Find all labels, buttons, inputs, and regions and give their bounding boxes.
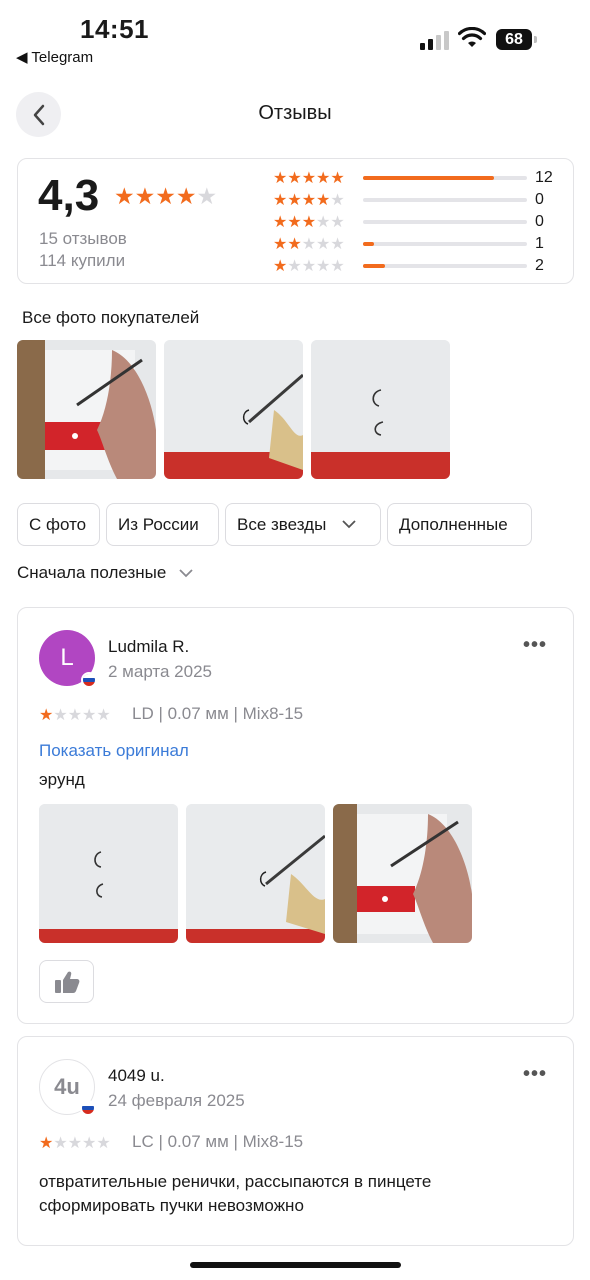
page-title: Отзывы [258,102,332,124]
like-button[interactable] [39,960,94,1003]
filter-all-stars-dropdown[interactable]: Все звезды [225,503,381,546]
review-photo[interactable] [186,804,325,943]
more-options-icon[interactable]: ••• [523,1063,547,1086]
average-rating-stars: ★★★★★ [114,183,218,209]
filter-label: С фото [29,514,87,534]
rating-distribution: ★★★★★ 12 ★★★★★ 0 ★★★★★ 0 ★★★★★ 1 ★★★★★ 2 [273,168,563,278]
chevron-down-icon [342,520,356,529]
customer-photos-label: Все фото покупателей [22,308,200,327]
distribution-bar [363,198,527,202]
wifi-icon [458,27,486,47]
filter-label: Из России [118,514,199,534]
distribution-bar [363,220,527,224]
review-photo[interactable] [39,804,178,943]
stars-3-icon: ★★★★★ [273,214,345,231]
reviews-count: 15 отзывов [39,229,127,248]
status-time: 14:51 [80,14,149,44]
review-variant: LD | 0.07 мм | Mix8-15 [132,704,304,723]
avatar: L [39,630,97,688]
distribution-row-4[interactable]: ★★★★★ 0 [273,190,563,212]
distribution-count: 2 [535,257,544,274]
customer-photo[interactable] [164,340,303,479]
photo-lashes [39,804,178,943]
russia-flag-icon [81,672,97,688]
review-stars: ★★★★★ [39,1135,111,1152]
cellular-signal-icon [420,30,450,50]
distribution-count: 1 [535,235,544,252]
photo-hand-tweezers [17,340,156,479]
distribution-count: 0 [535,191,544,208]
distribution-bar [363,176,527,180]
distribution-fill [363,242,374,246]
thumbs-up-icon [54,971,79,993]
avatar-letter: L [60,644,74,671]
show-original-link[interactable]: Показать оригинал [39,741,189,761]
review-card: L Ludmila R. 2 марта 2025 ••• ★★★★★ LD |… [17,607,574,1024]
distribution-bar [363,242,527,246]
filter-label: Дополненные [399,514,508,534]
reviewer-name: 4049 u. [108,1066,165,1085]
filter-supplemented[interactable]: Дополненные [387,503,532,546]
distribution-bar [363,264,527,268]
filter-with-photo[interactable]: С фото [17,503,100,546]
chevron-down-icon [179,569,193,578]
distribution-count: 0 [535,213,544,230]
customer-photo[interactable] [17,340,156,479]
distribution-fill [363,176,495,180]
avatar: 4u [39,1059,96,1116]
review-photo[interactable] [333,804,472,943]
review-card: 4u 4049 u. 24 февраля 2025 ••• ★★★★★ LC … [17,1036,574,1246]
filter-from-russia[interactable]: Из России [106,503,219,546]
photo-lashes [311,340,450,479]
review-text: отвратительные ренички, рассыпаются в пи… [39,1172,432,1215]
buyers-count: 114 купили [39,251,126,270]
distribution-fill [363,264,385,268]
average-rating: 4,3 [38,171,100,220]
review-text: эрунд [39,770,85,789]
status-bar: 14:51 ◀ Telegram 68 [0,0,590,70]
reviewer-name: Ludmila R. [108,637,190,656]
sort-dropdown[interactable]: Сначала полезные [17,563,193,583]
more-options-icon[interactable]: ••• [523,634,547,657]
back-to-telegram-link[interactable]: ◀ Telegram [16,48,93,66]
review-stars: ★★★★★ [39,707,111,724]
photo-tweezers-lash [186,804,325,943]
avatar-letter: 4u [54,1074,80,1099]
review-date: 2 марта 2025 [108,662,212,681]
battery-icon: 68 [496,29,537,50]
distribution-row-3[interactable]: ★★★★★ 0 [273,212,563,234]
stars-4-icon: ★★★★★ [273,192,345,209]
photo-tweezers-lash [164,340,303,479]
stars-1-icon: ★★★★★ [273,258,345,275]
sort-label: Сначала полезные [17,563,167,582]
distribution-row-1[interactable]: ★★★★★ 2 [273,256,563,278]
stars-2-icon: ★★★★★ [273,236,345,253]
stars-5-icon: ★★★★★ [273,170,345,187]
filter-label: Все звезды [237,514,327,534]
photo-hand-tweezers [333,804,472,943]
rating-summary-card: 4,3 ★★★★★ 15 отзывов 114 купили ★★★★★ 12… [17,158,574,284]
home-indicator[interactable] [190,1262,401,1268]
distribution-count: 12 [535,169,553,186]
distribution-row-5[interactable]: ★★★★★ 12 [273,168,563,190]
review-date: 24 февраля 2025 [108,1091,245,1110]
russia-flag-icon [80,1100,96,1116]
distribution-row-2[interactable]: ★★★★★ 1 [273,234,563,256]
customer-photo[interactable] [311,340,450,479]
review-variant: LC | 0.07 мм | Mix8-15 [132,1132,304,1151]
